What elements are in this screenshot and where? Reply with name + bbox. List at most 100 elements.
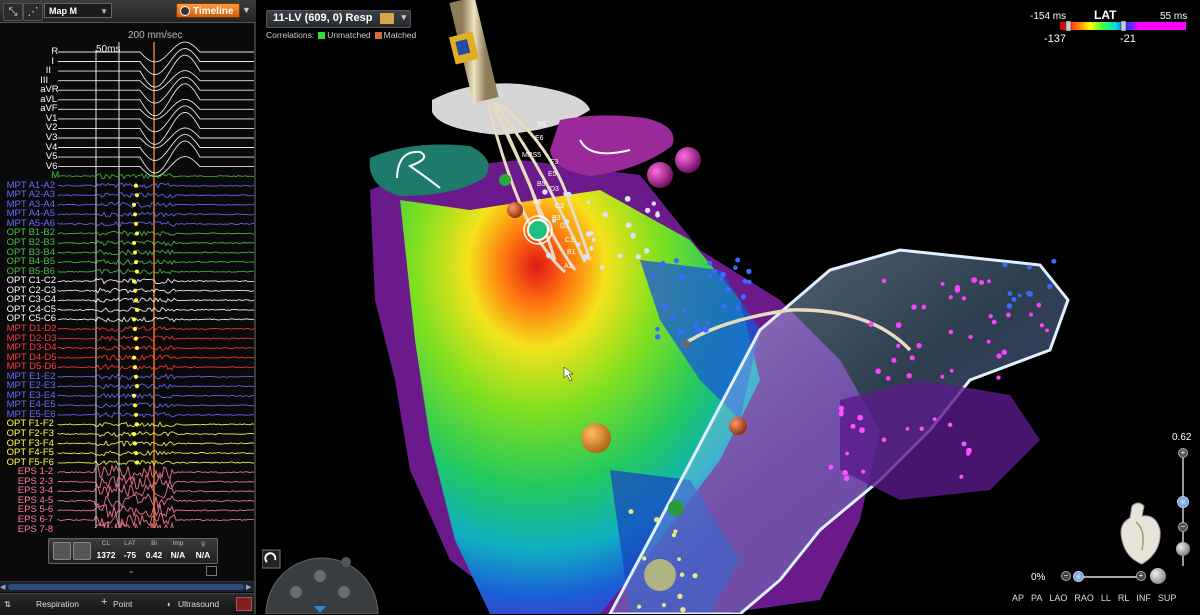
mapping-point[interactable] — [563, 191, 568, 196]
mapping-point[interactable] — [637, 604, 642, 609]
mapping-point[interactable] — [670, 313, 676, 320]
mapping-point[interactable] — [881, 278, 887, 284]
mapping-point[interactable] — [921, 304, 927, 310]
mapping-point[interactable] — [991, 319, 997, 325]
mapping-point[interactable] — [586, 200, 591, 205]
mapping-point[interactable] — [679, 572, 685, 577]
mapping-point[interactable] — [692, 573, 698, 579]
mapping-point[interactable] — [843, 475, 850, 482]
mapping-point[interactable] — [695, 327, 701, 334]
mapping-point[interactable] — [655, 334, 661, 340]
mapping-point[interactable] — [680, 607, 686, 613]
view-lao-button[interactable]: LAO — [1049, 593, 1067, 603]
mapping-point[interactable] — [551, 218, 556, 223]
mapping-point[interactable] — [1007, 291, 1013, 296]
mapping-point[interactable] — [602, 211, 608, 218]
mapping-point[interactable] — [1001, 349, 1007, 355]
mapping-point[interactable] — [932, 417, 937, 421]
view-rao-button[interactable]: RAO — [1074, 593, 1094, 603]
mapping-point[interactable] — [996, 375, 1001, 380]
opacity-decrease-button[interactable]: − — [1061, 571, 1071, 581]
mapping-point[interactable] — [635, 254, 641, 260]
mapping-point[interactable] — [1039, 323, 1044, 328]
mapping-point[interactable] — [842, 469, 848, 476]
mapping-point[interactable] — [905, 427, 910, 431]
clock-icon[interactable] — [53, 542, 71, 560]
lat-annotation-dot[interactable] — [133, 441, 137, 446]
chevron-down-icon[interactable]: ▾ — [401, 12, 406, 23]
mapping-point[interactable] — [660, 260, 666, 265]
tool-dial[interactable] — [262, 546, 380, 614]
mapping-point[interactable] — [720, 271, 726, 278]
map-select[interactable]: Map M ▼ — [44, 3, 112, 18]
brown-tag[interactable] — [729, 417, 747, 435]
heart-orientation-icon[interactable] — [1116, 500, 1164, 566]
mapping-point[interactable] — [651, 201, 656, 206]
mapping-point[interactable] — [859, 427, 865, 434]
ultrasound-button[interactable]: Ultrasound — [178, 599, 219, 609]
respiration-button[interactable]: Respiration — [36, 599, 79, 609]
mapping-point[interactable] — [542, 189, 548, 195]
zoom-in-button[interactable]: + — [1178, 448, 1188, 458]
mapping-point[interactable] — [546, 252, 552, 259]
mapping-point[interactable] — [644, 248, 650, 254]
mapping-point[interactable] — [857, 414, 864, 421]
mapping-point[interactable] — [861, 469, 866, 474]
mapping-point[interactable] — [735, 257, 741, 263]
mapping-point[interactable] — [702, 326, 709, 333]
mapping-point[interactable] — [881, 437, 887, 443]
close-panel-icon[interactable] — [236, 597, 252, 611]
map-title[interactable]: 11-LV (609, 0) Resp ▾ — [266, 10, 411, 28]
3d-map-view[interactable]: F5E6MPS5 F3E5B5 D3A6C3 B3D1C1 B1A1 — [256, 0, 1200, 614]
mapping-point[interactable] — [599, 265, 605, 270]
mapping-point[interactable] — [919, 426, 924, 431]
lat-annotation-dot[interactable] — [132, 355, 136, 360]
mapping-point[interactable] — [961, 441, 967, 447]
lat-annotation-dot[interactable] — [133, 288, 137, 293]
rotate-ball-icon[interactable] — [1176, 542, 1190, 556]
mapping-point[interactable] — [1017, 293, 1022, 298]
lat-annotation-dot[interactable] — [134, 183, 138, 188]
lat-annotation-dot[interactable] — [132, 279, 136, 284]
lat-annotation-dot[interactable] — [133, 365, 137, 370]
opacity-increase-button[interactable]: + — [1136, 571, 1146, 581]
mapping-point[interactable] — [719, 277, 724, 282]
view-ll-button[interactable]: LL — [1101, 593, 1111, 603]
expand-chevron-icon[interactable]: ⌄ — [128, 566, 135, 575]
mapping-point[interactable] — [564, 219, 570, 225]
window-restore-icon[interactable] — [206, 566, 217, 576]
mapping-point[interactable] — [988, 314, 993, 319]
mapping-point[interactable] — [735, 305, 741, 311]
mapping-point[interactable] — [644, 207, 651, 214]
mapping-point[interactable] — [886, 376, 891, 381]
wand-tool-icon[interactable] — [314, 570, 326, 582]
view-inf-button[interactable]: INF — [1136, 593, 1151, 603]
mapping-point[interactable] — [868, 321, 874, 327]
mapping-point[interactable] — [1036, 302, 1042, 308]
mapping-point[interactable] — [721, 303, 727, 310]
mapping-point[interactable] — [705, 321, 710, 325]
green-tag[interactable] — [668, 500, 684, 516]
mapping-point[interactable] — [948, 295, 953, 300]
mapping-point[interactable] — [971, 277, 978, 283]
mapping-point[interactable] — [679, 274, 686, 280]
mapping-point[interactable] — [662, 603, 666, 608]
mapping-point[interactable] — [875, 368, 881, 375]
mapping-point[interactable] — [742, 278, 748, 284]
mapping-point[interactable] — [733, 265, 738, 271]
view-pa-button[interactable]: PA — [1031, 593, 1042, 603]
mapping-point[interactable] — [949, 368, 954, 373]
mapping-point[interactable] — [655, 327, 660, 332]
timeline-button[interactable]: Timeline — [176, 3, 240, 18]
mapping-point[interactable] — [642, 556, 647, 561]
mapping-point[interactable] — [1051, 258, 1057, 264]
magenta-tag[interactable] — [647, 162, 673, 188]
mapping-point[interactable] — [1006, 303, 1013, 309]
lat-annotation-dot[interactable] — [135, 269, 139, 274]
mapping-point[interactable] — [954, 287, 961, 293]
point-button[interactable]: Point — [113, 599, 132, 609]
scroll-right-icon[interactable]: ▶ — [246, 583, 251, 591]
mapping-point[interactable] — [966, 451, 971, 456]
mapping-point[interactable] — [692, 322, 698, 328]
mapping-point[interactable] — [589, 246, 594, 251]
